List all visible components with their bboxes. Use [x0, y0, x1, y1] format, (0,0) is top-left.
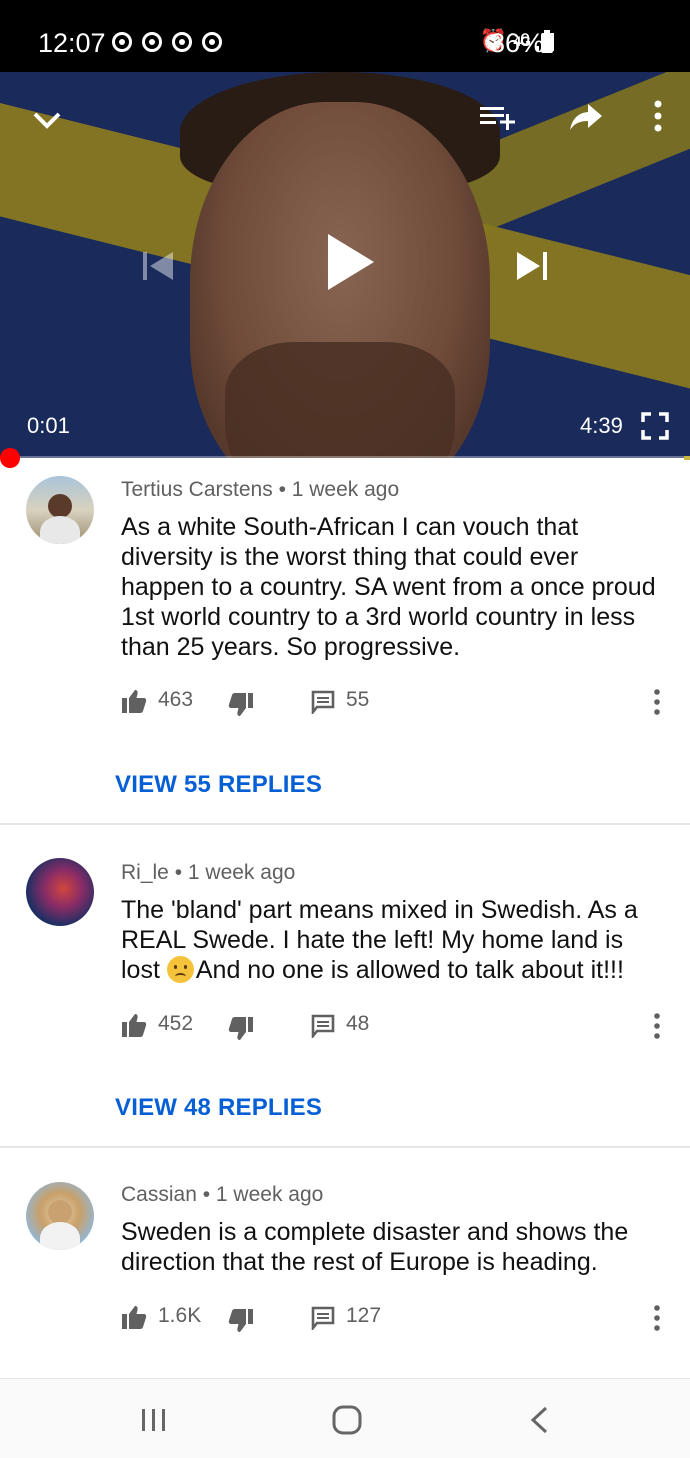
status-time: 12:07 [38, 28, 106, 58]
current-time: 0:01 [27, 413, 70, 438]
comment-meta: Ri_le • 1 week ago [121, 861, 296, 884]
next-icon[interactable] [514, 248, 550, 284]
reply-icon[interactable] [311, 1306, 335, 1330]
recent-apps-icon[interactable] [139, 1407, 169, 1433]
fullscreen-icon[interactable] [641, 412, 669, 440]
thumbs-down-icon[interactable] [228, 1016, 254, 1042]
notification-icons [112, 32, 222, 52]
total-time: 4:39 [580, 413, 623, 438]
home-icon[interactable] [332, 1405, 362, 1435]
back-icon[interactable] [528, 1405, 550, 1435]
comment-text: Sweden is a complete disaster and shows … [121, 1218, 629, 1276]
progress-bar[interactable] [0, 456, 690, 458]
view-replies-button[interactable]: VIEW 55 REPLIES [115, 771, 322, 799]
comment-author[interactable]: Tertius Carstens [121, 478, 273, 501]
thumbs-up-icon[interactable] [121, 1304, 147, 1330]
thumbs-up-icon[interactable] [121, 1012, 147, 1038]
comment-meta: Cassian • 1 week ago [121, 1183, 324, 1206]
comment: Tertius Carstens • 1 week ago As a white… [0, 470, 690, 825]
chrome-notification-icon [142, 32, 162, 52]
chrome-notification-icon [172, 32, 192, 52]
chrome-notification-icon [202, 32, 222, 52]
more-vert-icon[interactable] [652, 1012, 662, 1040]
share-icon[interactable] [568, 102, 604, 132]
comment-author[interactable]: Ri_le [121, 861, 169, 884]
status-bar: 12:07 ⏰ 4G 86% [0, 0, 690, 72]
like-count: 463 [158, 688, 194, 711]
comment-actions: 1.6K 127 [121, 1304, 681, 1334]
chrome-notification-icon [112, 32, 132, 52]
thumbs-down-icon[interactable] [228, 1308, 254, 1334]
battery-percent: 86% [490, 28, 545, 58]
comment-time: 1 week ago [187, 861, 296, 884]
add-to-queue-icon[interactable] [478, 102, 518, 132]
like-count: 452 [158, 1012, 194, 1035]
battery-icon [541, 30, 553, 53]
thumbs-down-icon[interactable] [228, 692, 254, 718]
comment: Cassian • 1 week ago Sweden is a complet… [0, 1172, 690, 1372]
crying-face-icon [166, 956, 194, 983]
view-replies-button[interactable]: VIEW 48 REPLIES [115, 1094, 322, 1122]
comment-time: 1 week ago [291, 478, 400, 501]
system-nav-bar [0, 1378, 690, 1458]
avatar[interactable] [26, 858, 94, 926]
comment: Ri_le • 1 week ago The 'bland' part mean… [0, 850, 690, 1146]
more-vert-icon[interactable] [646, 98, 670, 134]
reply-icon[interactable] [311, 690, 335, 714]
video-player[interactable]: 0:01 4:39 [0, 72, 690, 458]
comment-text: The 'bland' part means mixed in Swedish.… [121, 896, 638, 984]
reply-count: 127 [346, 1304, 382, 1327]
chevron-down-icon[interactable] [32, 104, 62, 134]
more-vert-icon[interactable] [652, 688, 662, 716]
comment-time: 1 week ago [215, 1183, 324, 1206]
comment-actions: 463 55 [121, 688, 681, 718]
like-count: 1.6K [158, 1304, 202, 1327]
previous-icon[interactable] [140, 248, 176, 284]
more-vert-icon[interactable] [652, 1304, 662, 1332]
avatar[interactable] [26, 476, 94, 544]
play-icon[interactable] [324, 232, 376, 292]
divider [0, 1146, 690, 1148]
comment-author[interactable]: Cassian [121, 1183, 197, 1206]
reply-count: 48 [346, 1012, 370, 1035]
reply-icon[interactable] [311, 1014, 335, 1038]
thumbs-up-icon[interactable] [121, 688, 147, 714]
divider [0, 823, 690, 825]
reply-count: 55 [346, 688, 370, 711]
comment-text: As a white South-African I can vouch tha… [121, 513, 656, 661]
avatar[interactable] [26, 1182, 94, 1250]
comment-meta: Tertius Carstens • 1 week ago [121, 478, 400, 501]
progress-scrubber[interactable] [0, 448, 20, 468]
comment-actions: 452 48 [121, 1012, 681, 1042]
